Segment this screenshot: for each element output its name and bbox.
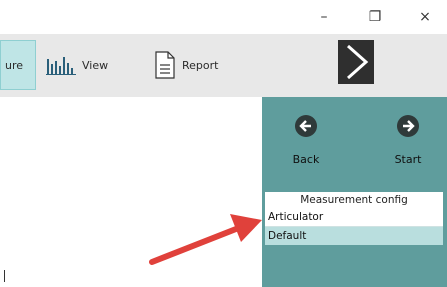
annotation-arrow-icon — [149, 214, 262, 265]
